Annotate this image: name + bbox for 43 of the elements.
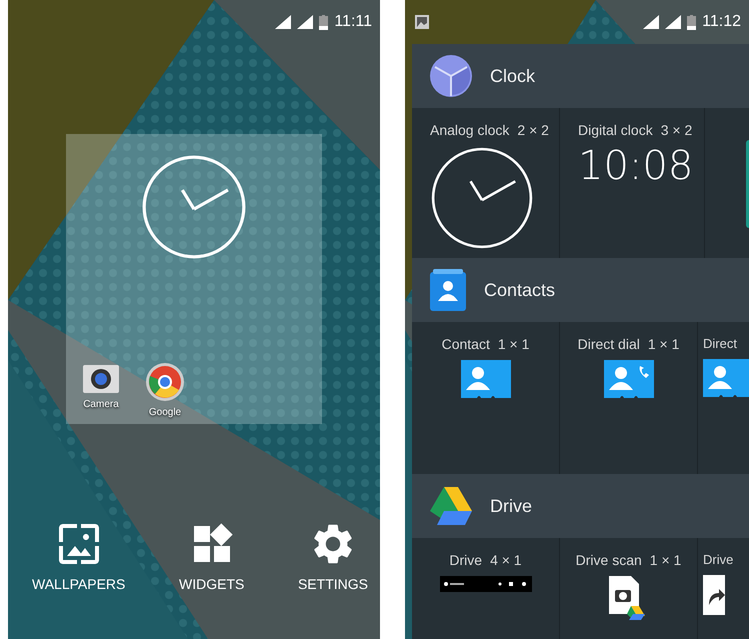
widget-name: Drive	[449, 552, 482, 568]
app-label[interactable]: Google	[148, 407, 182, 418]
overview-action-button[interactable]: WIDGETS	[179, 520, 244, 592]
widget-size: 1 × 1	[648, 336, 680, 352]
contact-card-icon	[460, 360, 510, 400]
image-notification-icon	[415, 15, 429, 29]
camera-icon	[83, 363, 119, 393]
overview-action-button[interactable]: SETTINGS	[298, 520, 368, 592]
overview-action-button[interactable]: WALLPAPERS	[32, 520, 126, 592]
signal-icon	[643, 15, 660, 29]
signal-icon	[297, 15, 314, 29]
browser-icon	[146, 363, 184, 401]
clock-icon	[141, 154, 247, 260]
widget-size: 1 × 1	[498, 336, 530, 352]
widget-name: Analog clock	[430, 122, 510, 138]
widget-name: Drive scan	[576, 552, 642, 568]
app-label[interactable]: Camera	[83, 399, 119, 410]
widget-name: Direct dial	[578, 336, 640, 352]
widget-name: Direct	[703, 336, 737, 351]
status-time: 11:11	[334, 13, 372, 31]
status-time: 11:12	[702, 13, 741, 31]
direct-dial-icon	[604, 360, 654, 400]
clock-icon	[430, 146, 534, 250]
contacts-app-icon	[430, 269, 466, 311]
shortcut-document-icon	[703, 575, 725, 615]
app-name: Clock	[490, 66, 536, 86]
battery-icon	[687, 14, 696, 30]
app-name: Drive	[490, 496, 532, 516]
widget-size: 1 × 1	[650, 552, 682, 568]
app-name: Contacts	[484, 280, 556, 300]
widget-size: 3 × 2	[660, 122, 692, 138]
widget-size: 4 × 1	[490, 552, 522, 568]
widget-name: Digital clock	[578, 122, 653, 138]
battery-icon	[319, 14, 328, 30]
widget-name: Drive	[703, 552, 734, 567]
drive-icon	[430, 487, 472, 525]
contact-card-icon	[703, 359, 749, 399]
digital-clock-time: 10:08	[578, 146, 694, 186]
widget-size: 2 × 2	[517, 122, 549, 138]
signal-icon	[665, 15, 682, 29]
widget-name: Contact	[442, 336, 490, 352]
clock-app-icon	[430, 55, 472, 97]
signal-icon	[275, 15, 292, 29]
